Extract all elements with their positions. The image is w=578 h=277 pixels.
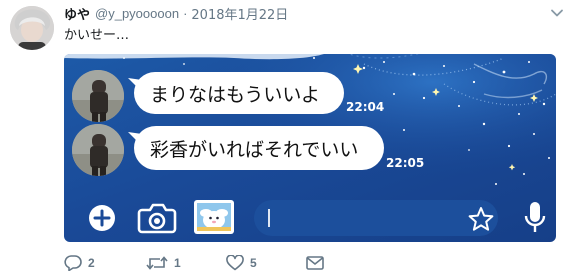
- star-sticker-icon[interactable]: [468, 206, 494, 232]
- envelope-icon: [306, 256, 324, 270]
- contact-avatar[interactable]: [72, 70, 124, 122]
- chevron-down-icon[interactable]: [550, 6, 564, 20]
- like-button[interactable]: 5: [226, 252, 257, 274]
- message-time: 22:04: [346, 100, 385, 114]
- message-input[interactable]: [254, 200, 498, 236]
- reply-icon: [64, 255, 82, 271]
- like-count: 5: [250, 256, 257, 270]
- message-bubble[interactable]: まりなはもういいよ: [134, 72, 344, 114]
- message-time: 22:05: [386, 156, 425, 170]
- user-handle[interactable]: @y_pyooooon: [95, 6, 179, 21]
- retweet-icon: [146, 256, 168, 270]
- plus-circle-icon[interactable]: [88, 204, 116, 232]
- direct-message-button[interactable]: [306, 252, 324, 274]
- camera-icon[interactable]: [136, 202, 178, 234]
- tweet-date[interactable]: 2018年1月22日: [191, 4, 288, 23]
- tweet-text: かいせー…: [64, 28, 130, 43]
- tweet-header: ゆや @y_pyooooon · 2018年1月22日: [64, 4, 564, 23]
- message-bubble[interactable]: 彩香がいればそれでいい: [134, 126, 384, 170]
- heart-icon: [226, 255, 244, 271]
- contact-avatar[interactable]: [72, 124, 124, 176]
- reply-button[interactable]: 2: [64, 252, 95, 274]
- tweet-media-image[interactable]: まりなはもういいよ 22:04 彩香がいればそれでいい 22:05: [64, 54, 556, 242]
- user-avatar[interactable]: [10, 6, 54, 50]
- retweet-button[interactable]: 1: [146, 252, 181, 274]
- microphone-icon[interactable]: [524, 200, 546, 236]
- retweet-count: 1: [174, 256, 181, 270]
- text-cursor: [268, 209, 270, 227]
- image-gallery-icon[interactable]: [192, 198, 236, 236]
- chat-input-bar: [64, 194, 556, 242]
- separator-dot: ·: [183, 5, 188, 21]
- reply-count: 2: [88, 256, 95, 270]
- display-name[interactable]: ゆや: [64, 4, 90, 23]
